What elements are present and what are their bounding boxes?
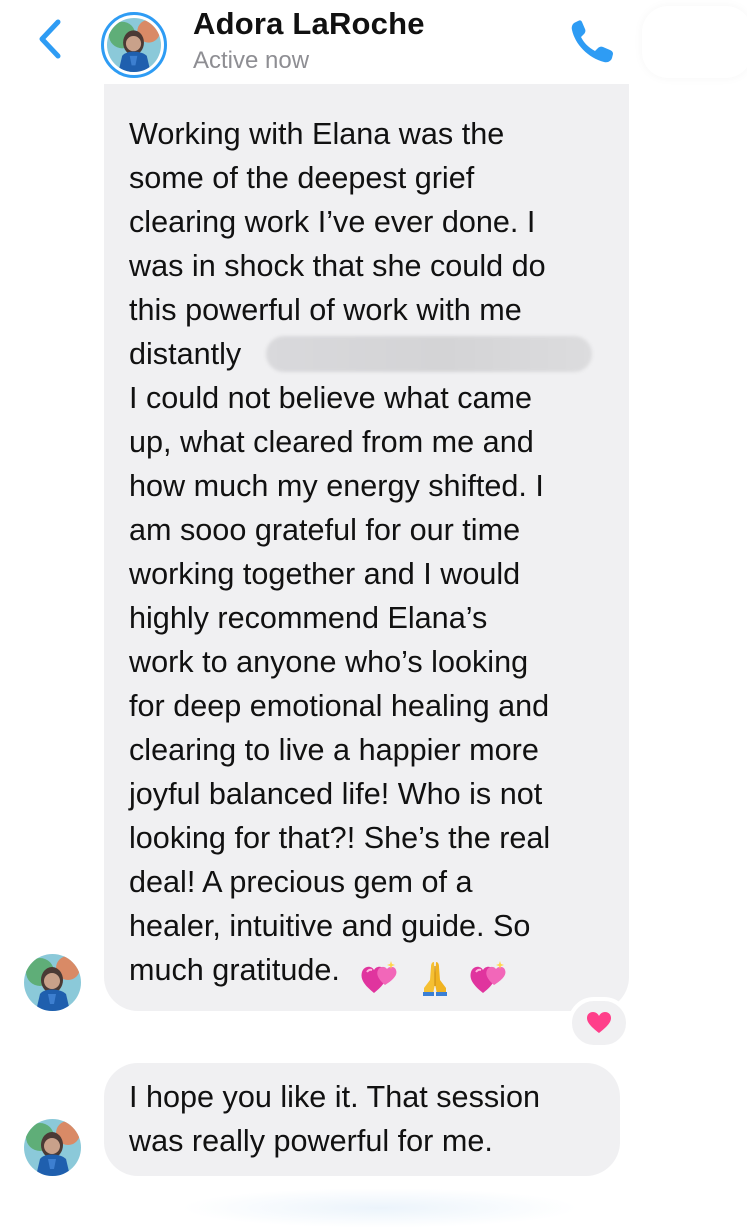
message-line: distantly bbox=[129, 337, 242, 371]
message-line: for deep emotional healing and bbox=[129, 689, 550, 723]
active-status: Active now bbox=[193, 47, 310, 74]
message-line: this powerful of work with me bbox=[129, 293, 522, 327]
message-line: clearing work I’ve ever done. I bbox=[129, 205, 536, 239]
message-line: Working with Elana was the bbox=[129, 117, 505, 151]
avatar[interactable] bbox=[24, 1119, 81, 1176]
avatar-photo-icon bbox=[24, 1119, 81, 1176]
header-avatar[interactable] bbox=[101, 12, 167, 78]
phone-icon bbox=[571, 20, 613, 63]
message-line-redacted: distantly bbox=[129, 332, 611, 376]
message-line: working together and I would bbox=[129, 557, 521, 591]
header-action-pill[interactable] bbox=[642, 6, 747, 78]
message-line: was really powerful for me. bbox=[129, 1124, 493, 1158]
back-button[interactable] bbox=[28, 16, 72, 62]
redaction-blur bbox=[266, 336, 592, 372]
bottom-fade bbox=[180, 1188, 580, 1228]
avatar-photo-icon bbox=[24, 954, 81, 1011]
message-bubble[interactable]: Working with Elana was the some of the d… bbox=[104, 0, 629, 1011]
chevron-left-icon bbox=[39, 19, 61, 59]
message-line: some of the deepest grief bbox=[129, 161, 475, 195]
folded-hands-icon bbox=[422, 961, 447, 996]
message-line: clearing to live a happier more bbox=[129, 733, 539, 767]
call-button[interactable] bbox=[566, 16, 622, 68]
message-line: much gratitude. bbox=[129, 953, 340, 987]
avatar-photo-icon bbox=[107, 18, 161, 72]
message-line: work to anyone who’s looking bbox=[129, 645, 529, 679]
message-line: highly recommend Elana’s bbox=[129, 601, 488, 635]
sparkling-hearts-icon bbox=[470, 960, 506, 993]
message-line: deal! A precious gem of a bbox=[129, 865, 473, 899]
message-bubble[interactable]: I hope you like it. That session was rea… bbox=[104, 1063, 620, 1176]
message-line: how much my energy shifted. I bbox=[129, 469, 544, 503]
message-line: am sooo grateful for our time bbox=[129, 513, 521, 547]
message-line: looking for that?! She’s the real bbox=[129, 821, 551, 855]
message-line-last: much gratitude. bbox=[129, 948, 611, 996]
contact-name[interactable]: Adora LaRoche bbox=[193, 6, 425, 42]
emoji-group bbox=[360, 954, 515, 998]
chat-screen: Working with Elana was the some of the d… bbox=[0, 0, 747, 1228]
heart-reaction[interactable] bbox=[568, 997, 630, 1049]
message-line: healer, intuitive and guide. So bbox=[129, 909, 531, 943]
message-line: I hope you like it. That session bbox=[129, 1080, 540, 1114]
heart-icon bbox=[587, 1012, 611, 1033]
avatar[interactable] bbox=[24, 954, 81, 1011]
sparkling-hearts-icon bbox=[361, 960, 397, 993]
message-line: joyful balanced life! Who is not bbox=[129, 777, 543, 811]
message-line: up, what cleared from me and bbox=[129, 425, 534, 459]
chat-header: Adora LaRoche Active now bbox=[0, 0, 747, 84]
message-line: I could not believe what came bbox=[129, 381, 533, 415]
message-line: was in shock that she could do bbox=[129, 249, 546, 283]
